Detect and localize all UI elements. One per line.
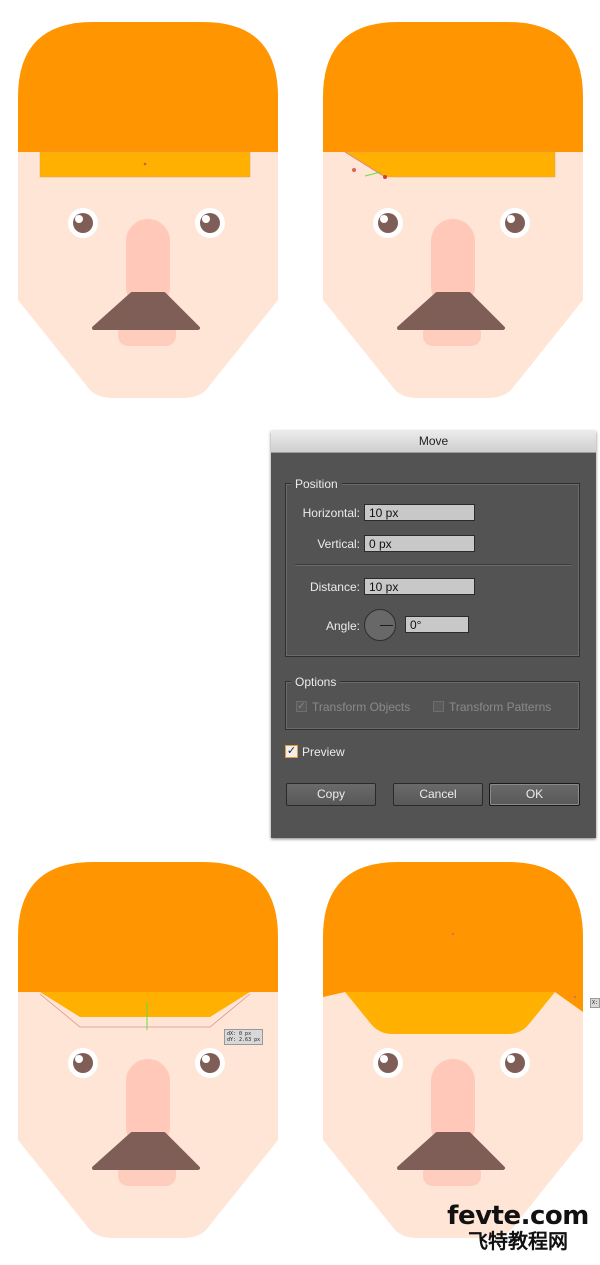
distance-label: Distance: — [309, 580, 360, 594]
move-dialog: Move Position Horizontal: 10 px Vertical… — [271, 431, 596, 838]
eye-left-iris — [73, 213, 93, 233]
transform-objects-label: Transform Objects — [312, 700, 411, 714]
measurement-tag: dX: 0 px dY: 2.63 px — [224, 1029, 264, 1045]
hair — [18, 22, 278, 152]
transform-patterns-label: Transform Patterns — [449, 700, 552, 714]
face-step-1 — [18, 22, 278, 402]
transform-patterns-checkbox[interactable] — [433, 701, 444, 712]
transform-objects-checkbox[interactable]: ✓ — [296, 701, 307, 712]
face-step-2 — [323, 22, 583, 402]
eye-right-iris — [200, 213, 220, 233]
face-step-4 — [323, 862, 583, 1242]
angle-input[interactable]: 0° — [405, 616, 469, 633]
angle-label: Angle: — [325, 619, 360, 633]
position-divider — [295, 564, 571, 566]
position-group-label: Position — [291, 477, 342, 491]
watermark-site-name: 飞特教程网 — [468, 1229, 568, 1253]
copy-button[interactable]: Copy — [286, 783, 376, 806]
angle-dial-needle — [380, 625, 393, 626]
ok-button[interactable]: OK — [489, 783, 580, 806]
watermark-domain: fevte.com — [447, 1201, 589, 1231]
preview-checkbox[interactable]: ✓ — [285, 745, 298, 758]
vertical-input[interactable]: 0 px — [364, 535, 475, 552]
horizontal-label: Horizontal: — [302, 506, 360, 520]
hat-band — [345, 992, 555, 1034]
distance-input[interactable]: 10 px — [364, 578, 475, 595]
watermark: fevte.com 飞特教程网 — [438, 1203, 598, 1253]
horizontal-input[interactable]: 10 px — [364, 504, 475, 521]
options-group-label: Options — [291, 675, 341, 689]
measurement-tag-2: X: — [590, 998, 600, 1008]
vertical-label: Vertical: — [317, 537, 360, 551]
cancel-button[interactable]: Cancel — [393, 783, 483, 806]
preview-label: Preview — [302, 745, 345, 759]
measurement-dy: dY: 2.63 px — [227, 1037, 261, 1043]
angle-dial[interactable] — [364, 609, 396, 641]
face-step-3 — [18, 862, 278, 1242]
dialog-title: Move — [271, 431, 596, 453]
